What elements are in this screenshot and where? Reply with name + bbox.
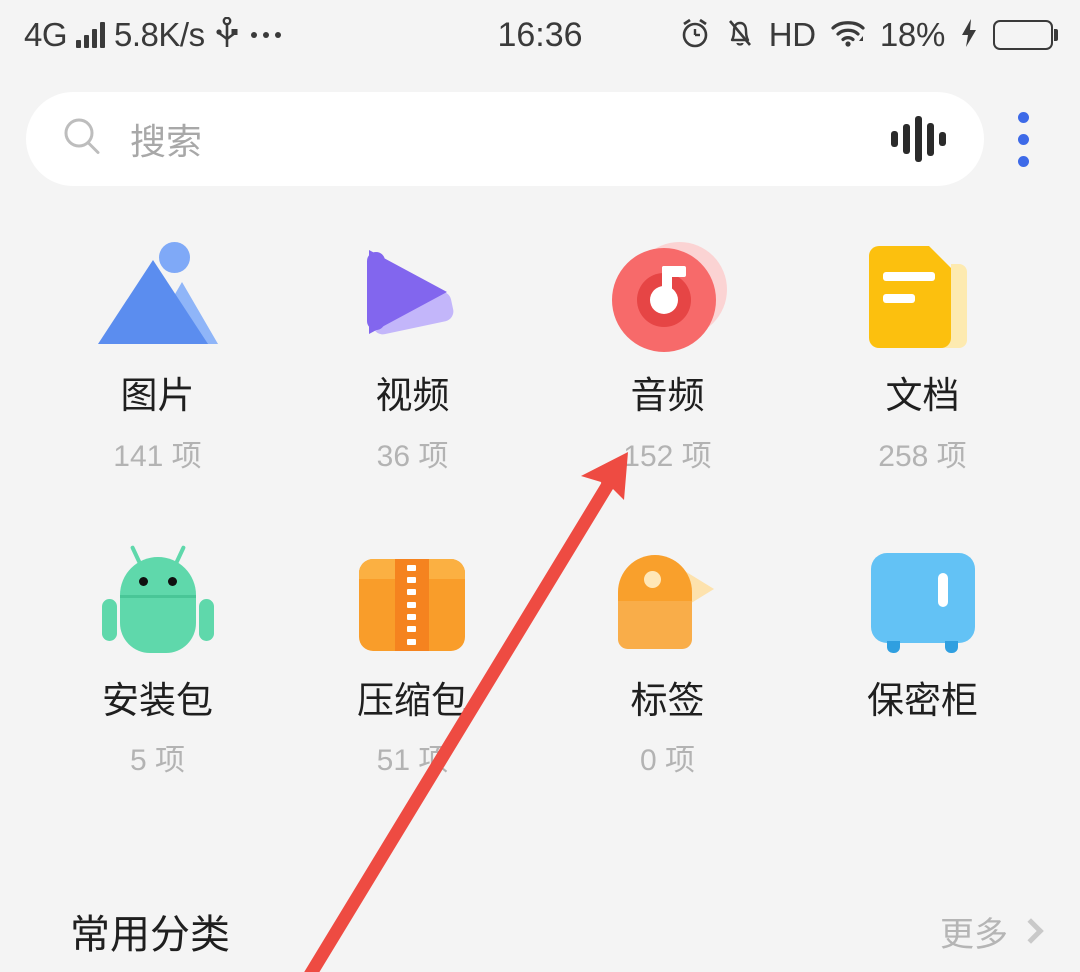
battery-icon <box>993 20 1058 50</box>
status-bar-left: 4G 5.8K/s <box>24 16 281 54</box>
category-item-tags[interactable]: 标签 0 项 <box>540 543 795 780</box>
voice-waveform-icon[interactable] <box>891 116 946 162</box>
common-categories-header: 常用分类 更多 <box>0 890 1080 972</box>
category-grid: 图片 141 项 视频 36 项 音频 152 项 文档 258 项 安装包 5… <box>0 186 1080 779</box>
price-tag-icon <box>606 543 730 667</box>
wifi-icon <box>830 19 866 52</box>
usb-icon <box>214 16 240 54</box>
ellipsis-icon <box>250 32 281 38</box>
android-robot-icon <box>96 543 220 667</box>
category-count: 258 项 <box>878 439 967 473</box>
category-count: 5 项 <box>129 744 186 778</box>
zip-box-icon <box>351 543 475 667</box>
category-label: 图片 <box>120 375 195 416</box>
category-label: 保密柜 <box>867 679 978 721</box>
search-input[interactable]: 搜索 <box>26 92 984 186</box>
category-item-audio[interactable]: 音频 152 项 <box>540 238 795 475</box>
search-placeholder-text: 搜索 <box>130 121 203 162</box>
more-button[interactable]: 更多 <box>940 907 1046 956</box>
category-item-documents[interactable]: 文档 258 项 <box>795 238 1050 475</box>
lightning-bolt-icon <box>959 18 979 53</box>
category-item-pictures[interactable]: 图片 141 项 <box>30 238 285 475</box>
category-label: 音频 <box>630 375 705 416</box>
status-bar-right: HD 18% <box>679 16 1058 54</box>
status-bar: 4G 5.8K/s 16:36 HD 18% <box>0 0 1080 70</box>
safe-box-icon <box>861 543 985 667</box>
search-icon <box>60 115 104 164</box>
category-label: 安装包 <box>102 679 213 721</box>
category-label: 标签 <box>630 679 705 721</box>
bell-muted-icon <box>725 17 755 54</box>
network-type-label: 4G <box>24 16 68 53</box>
category-count: 0 项 <box>639 744 696 778</box>
category-label: 视频 <box>375 375 450 416</box>
image-mountain-icon <box>96 238 220 362</box>
category-item-archives[interactable]: 压缩包 51 项 <box>285 543 540 780</box>
category-label: 文档 <box>885 375 960 416</box>
signal-bars-icon <box>76 22 106 48</box>
hd-label: HD <box>768 16 816 53</box>
category-count: 152 项 <box>623 439 712 473</box>
battery-percent-label: 18% <box>879 16 945 53</box>
category-label: 压缩包 <box>357 679 468 721</box>
more-label: 更多 <box>940 915 1008 954</box>
document-icon <box>861 238 985 362</box>
category-item-safe[interactable]: 保密柜 <box>795 543 1050 780</box>
category-count: 36 项 <box>376 439 449 473</box>
three-dots-vertical-icon[interactable] <box>984 92 1062 186</box>
network-speed-label: 5.8K/s <box>114 16 205 53</box>
category-count: 51 项 <box>376 744 449 778</box>
chevron-right-icon <box>1018 918 1044 944</box>
play-triangle-icon <box>351 238 475 362</box>
alarm-clock-icon <box>679 17 711 54</box>
search-row: 搜索 <box>0 70 1080 186</box>
music-disc-icon <box>606 238 730 362</box>
category-item-videos[interactable]: 视频 36 项 <box>285 238 540 475</box>
category-item-apk[interactable]: 安装包 5 项 <box>30 543 285 780</box>
category-count: 141 项 <box>113 439 202 473</box>
section-title: 常用分类 <box>70 913 230 957</box>
